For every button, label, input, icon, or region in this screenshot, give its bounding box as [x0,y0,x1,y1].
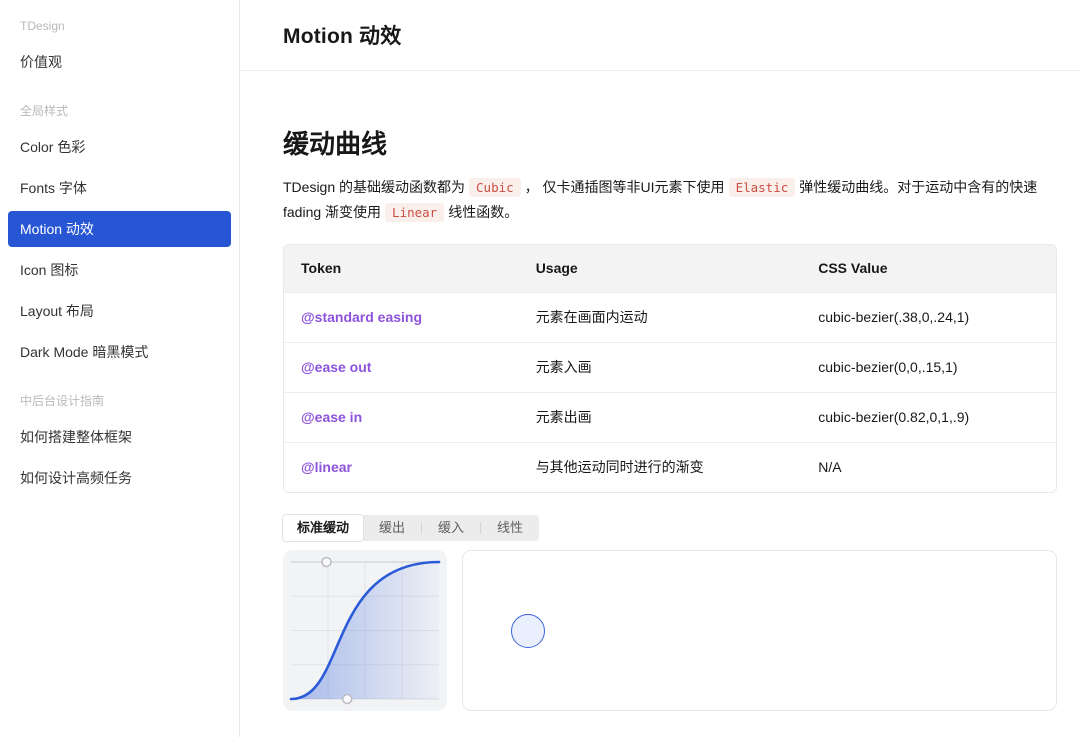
curve-handle-bottom[interactable] [343,695,352,704]
usage-cell: 元素入画 [519,342,802,392]
table-row: @linear 与其他运动同时进行的渐变N/A [284,442,1056,492]
curve-handle-top[interactable] [322,558,331,567]
sidebar-group-heading: TDesign [0,16,239,36]
app-window: TDesign 价值观全局样式 Color 色彩 Fonts 字体 Motion 动效 I… [0,0,1080,737]
inline-code: Elastic [729,178,796,197]
intro-text: TDesign 的基础缓动函数都为 [283,179,465,195]
demo-ball [511,614,545,648]
inline-code: Linear [385,203,444,222]
css-value-cell: cubic-bezier(.38,0,.24,1) [801,292,1056,342]
table-row: @ease in 元素出画cubic-bezier(0.82,0,1,.9) [284,392,1056,442]
usage-cell: 与其他运动同时进行的渐变 [519,442,802,492]
token-link: @linear [301,459,352,475]
section-heading: 缓动曲线 [283,129,1057,159]
sidebar-nav: TDesign 价值观全局样式 Color 色彩 Fonts 字体 Motion 动效 I… [0,0,240,737]
demo-row [283,550,1057,711]
css-value-cell: cubic-bezier(0,0,.15,1) [801,342,1056,392]
tab-linear[interactable]: 线性 [481,515,539,541]
inline-code: Cubic [469,178,521,197]
intro-text: ， 仅卡通插图等非UI元素下使用 [525,179,725,195]
page-header: Motion 动效 [240,0,1080,71]
token-link: @ease in [301,409,362,425]
usage-cell: 元素出画 [519,392,802,442]
sidebar-item-fonts[interactable]: Fonts 字体 [8,170,231,206]
token-cell: @linear [284,442,519,492]
bezier-curve-svg [283,550,447,711]
sidebar-item-icon[interactable]: Icon 图标 [8,252,231,288]
sidebar-item-layout[interactable]: Layout 布局 [8,293,231,329]
usage-cell: 元素在画面内运动 [519,292,802,342]
sidebar-item-motion[interactable]: Motion 动效 [8,211,231,247]
sidebar-group: TDesign 价值观 [0,16,239,80]
table-header-row: TokenUsageCSS Value [284,245,1056,292]
column-header: CSS Value [801,245,1056,292]
animation-demo-panel[interactable] [462,550,1057,711]
sidebar-group-heading: 中后台设计指南 [0,391,239,411]
token-link: @ease out [301,359,371,375]
bezier-curve-editor[interactable] [283,550,447,711]
page-title: Motion 动效 [283,20,401,50]
table-row: @standard easing 元素在画面内运动cubic-bezier(.38… [284,292,1056,342]
sidebar-group: 全局样式 Color 色彩 Fonts 字体 Motion 动效 Icon 图标 Layo… [0,101,239,370]
easing-tab-bar: 标准缓动缓出缓入线性 [283,515,539,541]
column-header: Usage [519,245,802,292]
table-row: @ease out 元素入画cubic-bezier(0,0,.15,1) [284,342,1056,392]
sidebar-item-values[interactable]: 价值观 [8,44,231,80]
main-area: Motion 动效 缓动曲线 TDesign 的基础缓动函数都为Cubic， 仅… [240,0,1080,737]
column-header: Token [284,245,519,292]
page-content: 缓动曲线 TDesign 的基础缓动函数都为Cubic， 仅卡通插图等非UI元素… [240,71,1080,737]
css-value-cell: cubic-bezier(0.82,0,1,.9) [801,392,1056,442]
css-value-cell: N/A [801,442,1056,492]
tab-ease-out[interactable]: 缓出 [363,515,421,541]
sidebar-item-darkmode[interactable]: Dark Mode 暗黑模式 [8,334,231,370]
token-cell: @ease in [284,392,519,442]
sidebar-item-color[interactable]: Color 色彩 [8,129,231,165]
intro-paragraph: TDesign 的基础缓动函数都为Cubic， 仅卡通插图等非UI元素下使用El… [283,175,1057,225]
easing-token-table: TokenUsageCSS Value @standard easing 元素在画… [283,244,1057,493]
token-link: @standard easing [301,309,422,325]
tab-standard[interactable]: 标准缓动 [283,515,363,541]
sidebar-item-framework[interactable]: 如何搭建整体框架 [8,419,231,455]
token-cell: @standard easing [284,292,519,342]
intro-text: 线性函数。 [448,204,518,220]
token-cell: @ease out [284,342,519,392]
sidebar-group-heading: 全局样式 [0,101,239,121]
sidebar-group: 中后台设计指南如何搭建整体框架如何设计高频任务 [0,391,239,496]
tab-ease-in[interactable]: 缓入 [422,515,480,541]
sidebar-item-tasks[interactable]: 如何设计高频任务 [8,460,231,496]
